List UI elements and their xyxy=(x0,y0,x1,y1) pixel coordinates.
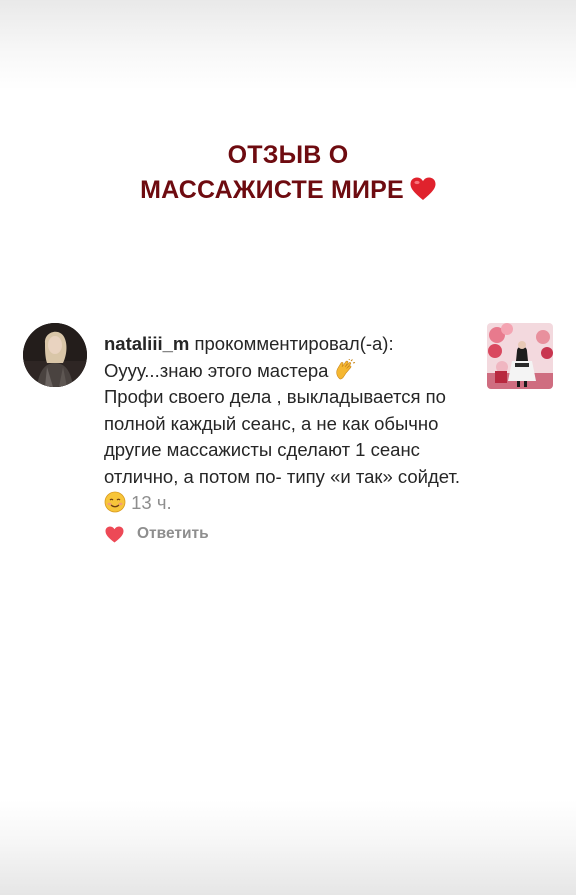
comment-first-line: Оууу...знаю этого мастера xyxy=(104,359,329,381)
story-title-line-2: МАССАЖИСТЕ МИРЕ xyxy=(140,176,404,204)
comment-action: прокомментировал(-а): xyxy=(194,333,394,354)
comment-body: Профи своего дела , выкладывается по пол… xyxy=(104,384,464,517)
post-thumbnail-image xyxy=(487,323,553,389)
heart-icon[interactable] xyxy=(105,526,124,543)
avatar-image xyxy=(23,323,87,387)
smiling-face-emoji-icon xyxy=(104,491,126,513)
comment-actions: Ответить xyxy=(105,523,209,545)
bottom-gradient xyxy=(0,800,576,895)
clapping-hands-emoji-icon xyxy=(336,358,355,379)
comment-username[interactable]: nataliii_m xyxy=(104,333,189,354)
story-title: ОТЗЫВ О МАССАЖИСТЕ МИРЕ xyxy=(0,138,576,208)
comment-header: nataliii_m прокомментировал(-а): xyxy=(104,331,464,358)
avatar[interactable] xyxy=(23,323,87,387)
comment-block: nataliii_m прокомментировал(-а): Оууу...… xyxy=(104,331,464,517)
reply-button[interactable]: Ответить xyxy=(137,525,209,543)
story-title-line-1: ОТЗЫВ О xyxy=(227,141,349,169)
comment-body-text: Профи своего дела , выкладывается по пол… xyxy=(104,386,461,487)
comment-timestamp: 13 ч. xyxy=(131,492,172,513)
post-thumbnail[interactable] xyxy=(487,323,553,389)
top-gradient xyxy=(0,0,576,90)
heart-emoji-icon xyxy=(410,177,436,200)
story-title-line-2-row: МАССАЖИСТЕ МИРЕ xyxy=(0,173,576,208)
comment-line-1: Оууу...знаю этого мастера xyxy=(104,358,464,385)
